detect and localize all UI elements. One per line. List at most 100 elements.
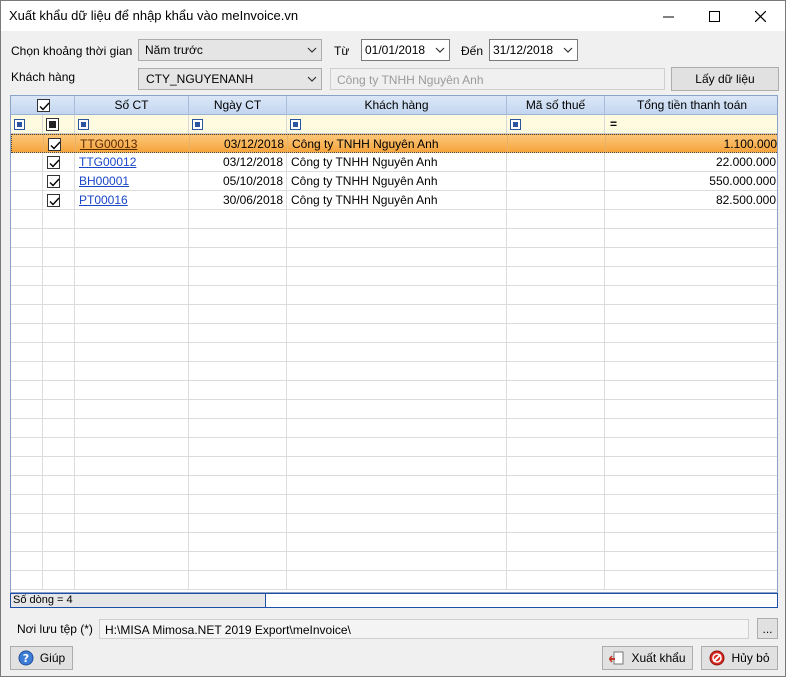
table-cell [189,210,287,228]
table-cell [507,495,605,513]
table-cell [43,514,75,532]
cancel-button[interactable]: Hủy bỏ [701,646,778,670]
filter-icon[interactable] [290,119,301,130]
table-cell: BH00001 [75,172,189,190]
to-label: Đến [461,44,484,58]
table-cell: 05/10/2018 [189,172,287,190]
filter-icon[interactable] [78,119,89,130]
table-cell [287,362,507,380]
filter-cell-total[interactable]: = [605,115,777,133]
header-doc-number[interactable]: Số CT [75,96,189,115]
checkmark-icon [49,159,60,168]
document-link[interactable]: PT00016 [79,193,128,207]
help-button[interactable]: ? Giúp [10,646,73,670]
from-date-picker[interactable]: 01/01/2018 [361,39,450,61]
table-cell [507,286,605,304]
to-date-picker[interactable]: 31/12/2018 [489,39,578,61]
table-cell [507,457,605,475]
table-cell [287,533,507,551]
table-cell [189,343,287,361]
table-cell [75,495,189,513]
table-cell [507,248,605,266]
equals-operator[interactable]: = [610,115,617,133]
empty-row [11,552,777,571]
table-cell [11,324,43,342]
status-bar: Số dòng = 4 [10,593,778,608]
table-cell [189,324,287,342]
header-total-amount[interactable]: Tổng tiền thanh toán [605,96,777,115]
export-label: Xuất khẩu [631,651,686,665]
filter-cell-date[interactable] [189,115,287,133]
save-path-input[interactable]: H:\MISA Mimosa.NET 2019 Export\meInvoice… [99,619,749,639]
row-checkbox[interactable] [47,194,60,207]
filter-cell-doc[interactable] [75,115,189,133]
table-cell [11,286,43,304]
filter-checkbox[interactable] [46,118,59,131]
empty-row [11,476,777,495]
chevron-down-icon [563,47,573,53]
table-cell [605,457,777,475]
row-checkbox[interactable] [48,138,61,151]
documents-grid[interactable]: Số CT Ngày CT Khách hàng Mã số thuế Tổng… [10,95,778,593]
table-cell [189,552,287,570]
svg-text:?: ? [23,652,29,665]
table-cell [43,571,75,589]
header-tax-code[interactable]: Mã số thuế [507,96,605,115]
table-row[interactable]: BH00001 05/10/2018 Công ty TNHH Nguyên Anh… [11,172,777,191]
cancel-label: Hủy bỏ [731,651,770,665]
table-cell [605,476,777,494]
filter-cell-check [43,115,75,133]
select-all-checkbox[interactable] [37,99,50,112]
table-cell [189,286,287,304]
document-link[interactable]: TTG00013 [80,137,137,151]
fetch-data-button[interactable]: Lấy dữ liệu [671,67,779,91]
filter-icon[interactable] [510,119,521,130]
filter-cell-tax[interactable] [507,115,605,133]
table-cell [189,476,287,494]
row-checkbox[interactable] [47,156,60,169]
table-row[interactable]: TTG00013 03/12/2018 Công ty TNHH Nguyên An… [11,134,777,153]
table-row[interactable]: TTG00012 03/12/2018 Công ty TNHH Nguyên An… [11,153,777,172]
maximize-button[interactable] [691,1,737,31]
table-cell [75,400,189,418]
document-link[interactable]: TTG00012 [79,155,136,169]
filter-icon[interactable] [192,119,203,130]
table-cell [43,552,75,570]
table-cell [605,229,777,247]
header-customer[interactable]: Khách hàng [287,96,507,115]
table-cell [11,191,43,209]
table-cell [189,438,287,456]
table-cell [287,438,507,456]
customer-select[interactable]: CTY_NGUYENANH [138,68,322,90]
table-cell [189,495,287,513]
empty-row [11,229,777,248]
browse-button[interactable]: ... [757,618,778,639]
table-cell [43,210,75,228]
export-button[interactable]: Xuất khẩu [602,646,693,670]
row-count: Số dòng = 4 [11,594,266,607]
table-cell [287,267,507,285]
from-label: Từ [334,44,350,58]
close-button[interactable] [737,1,783,31]
empty-row [11,210,777,229]
filter-cell-customer[interactable] [287,115,507,133]
table-cell [189,514,287,532]
close-icon [754,10,766,22]
table-cell [75,381,189,399]
table-cell [507,533,605,551]
table-row[interactable]: PT00016 30/06/2018 Công ty TNHH Nguyên Anh… [11,191,777,210]
table-cell [287,457,507,475]
table-cell [11,153,43,171]
row-checkbox[interactable] [47,175,60,188]
empty-row [11,267,777,286]
minimize-button[interactable] [645,1,691,31]
filter-icon[interactable] [14,119,25,130]
table-cell [189,419,287,437]
header-doc-date[interactable]: Ngày CT [189,96,287,115]
table-cell [43,533,75,551]
table-cell [189,248,287,266]
table-cell [605,438,777,456]
period-select[interactable]: Năm trước [138,39,322,61]
document-link[interactable]: BH00001 [79,174,129,188]
table-cell [75,533,189,551]
